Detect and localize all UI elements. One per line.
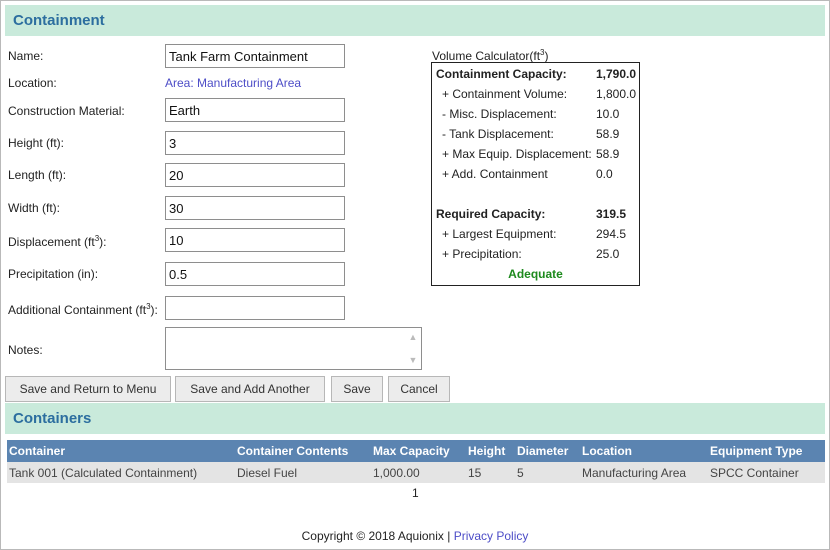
length-label: Length (ft): [8, 168, 67, 182]
calc-title-text: Volume Calculator(ft [432, 49, 541, 63]
save-button[interactable]: Save [331, 376, 383, 402]
calc-title-suffix: ) [544, 49, 549, 63]
containers-section-header: Containers [5, 403, 825, 434]
calc-row-label: + Add. Containment [442, 167, 548, 181]
column-header-contents[interactable]: Container Contents [235, 440, 371, 462]
privacy-policy-link[interactable]: Privacy Policy [454, 529, 529, 543]
copyright-text: Copyright © 2018 Aquionix | [301, 529, 451, 543]
precipitation-label: Precipitation (in): [8, 267, 99, 281]
displacement-label-text: Displacement (ft [8, 235, 95, 249]
table-cell: 15 [466, 462, 515, 483]
additional-label-suffix: ): [150, 303, 158, 317]
calc-row-label: Containment Capacity: [436, 67, 567, 81]
notes-label: Notes: [8, 343, 43, 357]
containment-section-title: Containment [13, 12, 105, 29]
calc-row-label: + Containment Volume: [442, 87, 568, 101]
column-header-max-capacity[interactable]: Max Capacity [371, 440, 466, 462]
calc-row-value: 58.9 [596, 127, 620, 141]
table-cell: Manufacturing Area [580, 462, 708, 483]
scroll-down-icon[interactable]: ▼ [407, 353, 419, 367]
calc-row-label: + Precipitation: [442, 247, 522, 261]
volume-calculator-title: Volume Calculator(ft3) [432, 48, 549, 63]
construction-material-input[interactable] [165, 98, 345, 122]
calc-row: + Precipitation: 25.0 [432, 247, 639, 265]
containment-section-header: Containment [5, 5, 825, 36]
table-cell: Diesel Fuel [235, 462, 371, 483]
width-input[interactable] [165, 196, 345, 220]
additional-label-text: Additional Containment (ft [8, 303, 147, 317]
calc-row-label: + Max Equip. Displacement: [442, 147, 592, 161]
calc-row: + Add. Containment 0.0 [432, 167, 639, 185]
save-and-return-button[interactable]: Save and Return to Menu [5, 376, 171, 402]
pagination-page-number[interactable]: 1 [412, 486, 419, 500]
table-cell: SPCC Container [708, 462, 825, 483]
width-label: Width (ft): [8, 201, 61, 215]
calc-row-label: + Largest Equipment: [442, 227, 557, 241]
calc-row: - Tank Displacement: 58.9 [432, 127, 639, 145]
table-cell: 5 [515, 462, 580, 483]
calc-row: + Max Equip. Displacement: 58.9 [432, 147, 639, 165]
height-input[interactable] [165, 131, 345, 155]
column-header-diameter[interactable]: Diameter [515, 440, 580, 462]
displacement-label-suffix: ): [99, 235, 107, 249]
calc-row-value: 1,790.0 [596, 67, 637, 81]
calc-row: Required Capacity: 319.5 [432, 207, 639, 225]
column-header-container[interactable]: Container [7, 440, 235, 462]
calc-row: + Containment Volume: 1,800.0 [432, 87, 639, 105]
additional-containment-input[interactable] [165, 296, 345, 320]
calc-row: Containment Capacity: 1,790.0 [432, 67, 639, 85]
construction-material-label: Construction Material: [8, 104, 125, 118]
column-header-height[interactable]: Height [466, 440, 515, 462]
volume-calculator-box: Containment Capacity: 1,790.0 + Containme… [431, 62, 640, 286]
length-input[interactable] [165, 163, 345, 187]
calc-row-value: 10.0 [596, 107, 620, 121]
column-header-equipment-type[interactable]: Equipment Type [708, 440, 825, 462]
calc-row-value: 294.5 [596, 227, 627, 241]
table-cell: 1,000.00 [371, 462, 466, 483]
container-link[interactable]: Tank 001 (Calculated Containment) [7, 462, 235, 483]
footer: Copyright © 2018 Aquionix | Privacy Poli… [0, 529, 830, 543]
scroll-up-icon[interactable]: ▲ [407, 330, 419, 344]
column-header-location[interactable]: Location [580, 440, 708, 462]
save-and-add-another-button[interactable]: Save and Add Another [175, 376, 325, 402]
calc-row-value: 319.5 [596, 207, 627, 221]
calc-row: - Misc. Displacement: 10.0 [432, 107, 639, 125]
location-label: Location: [8, 76, 57, 90]
table-row: Tank 001 (Calculated Containment) Diesel… [7, 462, 825, 483]
calc-row-value: 58.9 [596, 147, 620, 161]
calc-row-label: - Misc. Displacement: [442, 107, 557, 121]
calc-row-value: 25.0 [596, 247, 620, 261]
location-link[interactable]: Area: Manufacturing Area [165, 76, 301, 90]
height-label: Height (ft): [8, 136, 65, 150]
calc-row-label: Required Capacity: [436, 207, 546, 221]
calc-row-value: 1,800.0 [596, 87, 637, 101]
name-label: Name: [8, 49, 44, 63]
displacement-label: Displacement (ft3): [8, 234, 107, 249]
notes-textarea[interactable]: ▲ ▼ [165, 327, 422, 370]
table-header-row: Container Container Contents Max Capacit… [7, 440, 825, 462]
precipitation-input[interactable] [165, 262, 345, 286]
displacement-input[interactable] [165, 228, 345, 252]
cancel-button[interactable]: Cancel [388, 376, 450, 402]
containers-table: Container Container Contents Max Capacit… [7, 440, 825, 483]
capacity-status: Adequate [508, 267, 563, 281]
additional-containment-label: Additional Containment (ft3): [8, 302, 158, 317]
name-input[interactable] [165, 44, 345, 68]
calc-row: + Largest Equipment: 294.5 [432, 227, 639, 245]
containers-section-title: Containers [13, 410, 92, 427]
calc-row-value: 0.0 [596, 167, 613, 181]
calc-row-label: - Tank Displacement: [442, 127, 554, 141]
